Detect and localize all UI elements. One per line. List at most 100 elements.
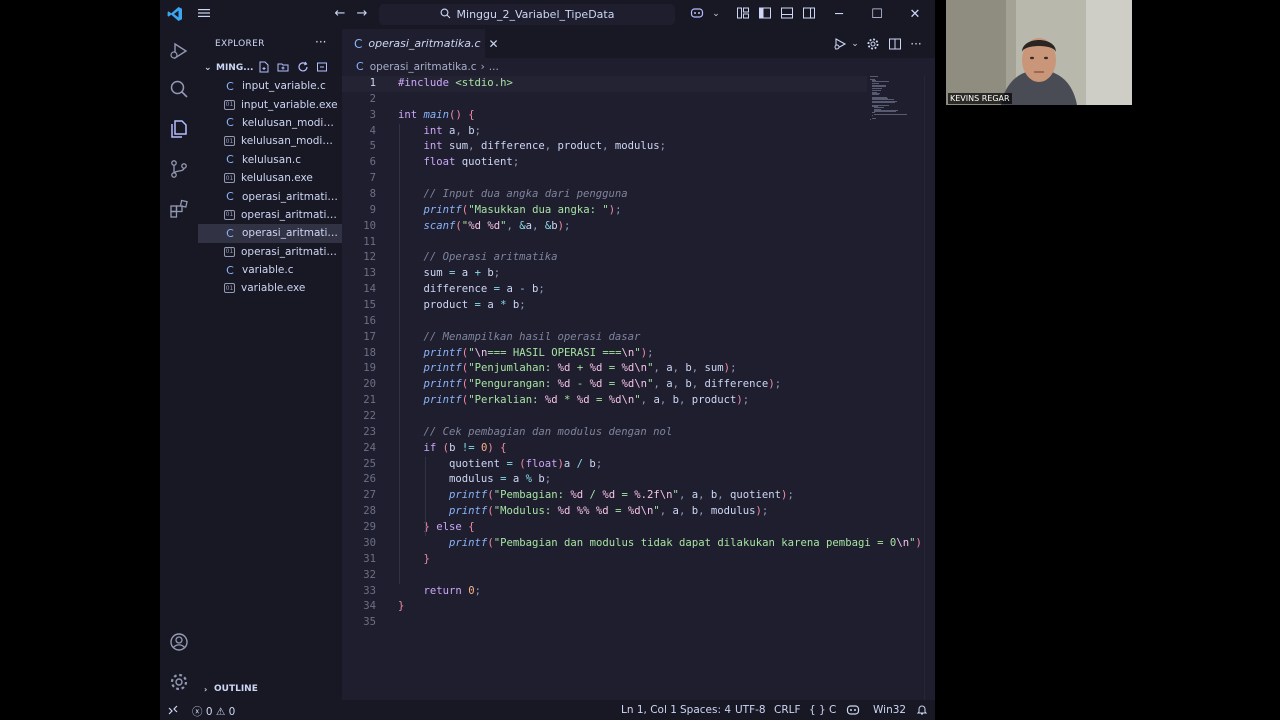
code-line[interactable]: 29 } else { bbox=[342, 520, 867, 536]
end-of-line[interactable]: CRLF bbox=[774, 704, 801, 716]
copilot-icon[interactable] bbox=[689, 6, 705, 22]
code-line[interactable]: 26 modulus = a % b; bbox=[342, 472, 867, 488]
minimize-button[interactable]: ─ bbox=[820, 0, 858, 29]
code-line[interactable]: 9 printf("Masukkan dua angka: "); bbox=[342, 203, 867, 219]
code-line[interactable]: 17 // Menampilkan hasil operasi dasar bbox=[342, 330, 867, 346]
code-line[interactable]: 18 printf("\n=== HASIL OPERASI ===\n"); bbox=[342, 346, 867, 362]
refresh-icon[interactable] bbox=[296, 61, 309, 74]
line-number: 16 bbox=[363, 314, 376, 327]
cursor-position[interactable]: Ln 1, Col 1 bbox=[621, 704, 677, 716]
file-tree-item[interactable]: Ckelulusan.c bbox=[198, 151, 342, 169]
code-line[interactable]: 30 printf("Pembagian dan modulus tidak d… bbox=[342, 536, 922, 552]
file-tree-item[interactable]: 01 kelulusan.exe bbox=[198, 169, 342, 187]
workspace-folder-header[interactable]: ⌄ MING... bbox=[198, 59, 342, 76]
code-area[interactable]: 1 #include <stdio.h> 2 3 int main() {4 int a… bbox=[342, 76, 922, 631]
maximize-button[interactable]: ☐ bbox=[858, 0, 896, 29]
code-line[interactable]: 7 bbox=[342, 171, 867, 187]
code-line[interactable]: 4 int a, b; bbox=[342, 124, 867, 140]
problems-indicator[interactable]: ⓧ 0 ⚠ 0 bbox=[192, 704, 235, 719]
code-line[interactable]: 11 bbox=[342, 235, 867, 251]
line-number: 25 bbox=[363, 457, 376, 470]
notifications-bell-icon[interactable] bbox=[916, 704, 928, 719]
code-line[interactable]: 25 quotient = (float)a / b; bbox=[342, 457, 867, 473]
file-tree-item[interactable]: Coperasi_aritmatika... bbox=[198, 187, 342, 205]
explorer-more-actions[interactable]: ··· bbox=[315, 35, 326, 49]
code-line[interactable]: 3 int main() { bbox=[342, 108, 867, 124]
breadcrumb-more[interactable]: ... bbox=[489, 61, 499, 73]
command-center-search[interactable]: Minggu_2_Variabel_TipeData bbox=[379, 4, 675, 25]
code-line[interactable]: 32 bbox=[342, 568, 867, 584]
code-line[interactable]: 12 // Operasi aritmatika bbox=[342, 250, 867, 266]
vertical-scrollbar[interactable] bbox=[924, 76, 935, 700]
code-line[interactable]: 5 int sum, difference, product, modulus; bbox=[342, 139, 867, 155]
file-tree-item[interactable]: Cvariable.c bbox=[198, 261, 342, 279]
split-editor-icon[interactable] bbox=[888, 37, 902, 51]
code-line[interactable]: 27 printf("Pembagian: %d / %d = %.2f\n",… bbox=[342, 488, 867, 504]
code-line[interactable]: 8 // Input dua angka dari pengguna bbox=[342, 187, 867, 203]
file-tree-item[interactable]: 01 operasi_aritmatika.... bbox=[198, 243, 342, 261]
language-mode[interactable]: { } C bbox=[809, 704, 836, 716]
code-line[interactable]: 22 bbox=[342, 409, 867, 425]
chevron-down-icon[interactable]: ⌄ bbox=[848, 37, 862, 51]
code-line[interactable]: 31 } bbox=[342, 552, 867, 568]
settings-gear-icon[interactable] bbox=[168, 671, 190, 693]
more-actions-icon[interactable]: ··· bbox=[909, 37, 923, 51]
account-icon[interactable] bbox=[168, 631, 190, 653]
code-line[interactable]: 20 printf("Pengurangan: %d - %d = %d\n",… bbox=[342, 377, 867, 393]
close-tab-icon[interactable]: ✕ bbox=[489, 37, 499, 51]
new-file-icon[interactable] bbox=[257, 61, 270, 74]
copilot-status-icon[interactable] bbox=[846, 704, 860, 719]
code-line[interactable]: 6 float quotient; bbox=[342, 155, 867, 171]
code-line[interactable]: 19 printf("Penjumlahan: %d + %d = %d\n",… bbox=[342, 361, 867, 377]
code-text: quotient = (float)a / b; bbox=[398, 457, 603, 470]
back-arrow-icon[interactable]: ← bbox=[332, 6, 348, 22]
run-debug-icon[interactable] bbox=[168, 40, 190, 62]
breadcrumb[interactable]: C operasi_aritmatika.c › ... bbox=[356, 60, 499, 73]
outline-section-header[interactable]: › OUTLINE bbox=[198, 684, 342, 694]
source-control-icon[interactable] bbox=[168, 158, 190, 180]
code-line[interactable]: 2 bbox=[342, 92, 867, 108]
code-line[interactable]: 24 if (b != 0) { bbox=[342, 441, 867, 457]
forward-arrow-icon[interactable]: → bbox=[354, 6, 370, 22]
minimap[interactable] bbox=[870, 76, 920, 121]
code-line[interactable]: 14 difference = a - b; bbox=[342, 282, 867, 298]
code-line[interactable]: 23 // Cek pembagian dan modulus dengan n… bbox=[342, 425, 867, 441]
code-line[interactable]: 28 printf("Modulus: %d %% %d = %d\n", a,… bbox=[342, 504, 867, 520]
new-folder-icon[interactable] bbox=[276, 61, 289, 74]
file-tree-item[interactable]: 01 operasi_aritmatika... bbox=[198, 206, 342, 224]
toggle-secondary-sidebar-icon[interactable] bbox=[801, 6, 817, 22]
chevron-down-icon[interactable]: ⌄ bbox=[708, 6, 724, 22]
code-line[interactable]: 10 scanf("%d %d", &a, &b); bbox=[342, 219, 867, 235]
platform-label[interactable]: Win32 bbox=[873, 704, 906, 716]
gear-icon[interactable] bbox=[866, 37, 880, 51]
code-line[interactable]: 13 sum = a + b; bbox=[342, 266, 867, 282]
file-tree-item[interactable]: Ckelulusan_modifik... bbox=[198, 114, 342, 132]
code-line[interactable]: 33 return 0; bbox=[342, 584, 867, 600]
toggle-primary-sidebar-icon[interactable] bbox=[757, 6, 773, 22]
indentation[interactable]: Spaces: 4 bbox=[680, 704, 731, 716]
extensions-icon[interactable] bbox=[168, 198, 190, 220]
collapse-all-icon[interactable] bbox=[315, 61, 328, 74]
file-tree-item[interactable]: 01 kelulusan_modifik... bbox=[198, 132, 342, 150]
customize-layout-icon[interactable] bbox=[735, 6, 751, 22]
code-line[interactable]: 35 bbox=[342, 615, 867, 631]
file-tree-item[interactable]: 01 variable.exe bbox=[198, 279, 342, 297]
explorer-files-icon[interactable] bbox=[168, 118, 190, 140]
menu-icon[interactable] bbox=[196, 6, 212, 22]
run-code-icon[interactable] bbox=[833, 37, 847, 51]
file-tree-item[interactable]: Cinput_variable.c bbox=[198, 77, 342, 95]
tab-operasi-aritmatika-c[interactable]: C operasi_aritmatika.c ✕ bbox=[342, 29, 499, 58]
code-line[interactable]: 34} bbox=[342, 599, 867, 615]
file-tree-item[interactable]: Coperasi_aritmatika.c bbox=[198, 224, 342, 243]
code-line[interactable]: 21 printf("Perkalian: %d * %d = %d\n", a… bbox=[342, 393, 867, 409]
toggle-panel-icon[interactable] bbox=[779, 6, 795, 22]
encoding[interactable]: UTF-8 bbox=[735, 704, 766, 716]
code-line[interactable]: 15 product = a * b; bbox=[342, 298, 867, 314]
close-window-button[interactable]: ✕ bbox=[896, 0, 934, 29]
file-tree-item[interactable]: 01 input_variable.exe bbox=[198, 95, 342, 113]
code-line[interactable]: 16 bbox=[342, 314, 867, 330]
breadcrumb-file[interactable]: operasi_aritmatika.c bbox=[370, 61, 477, 73]
remote-indicator-icon[interactable] bbox=[167, 704, 179, 719]
code-line[interactable]: 1 #include <stdio.h> bbox=[342, 76, 867, 92]
search-icon[interactable] bbox=[168, 78, 190, 100]
